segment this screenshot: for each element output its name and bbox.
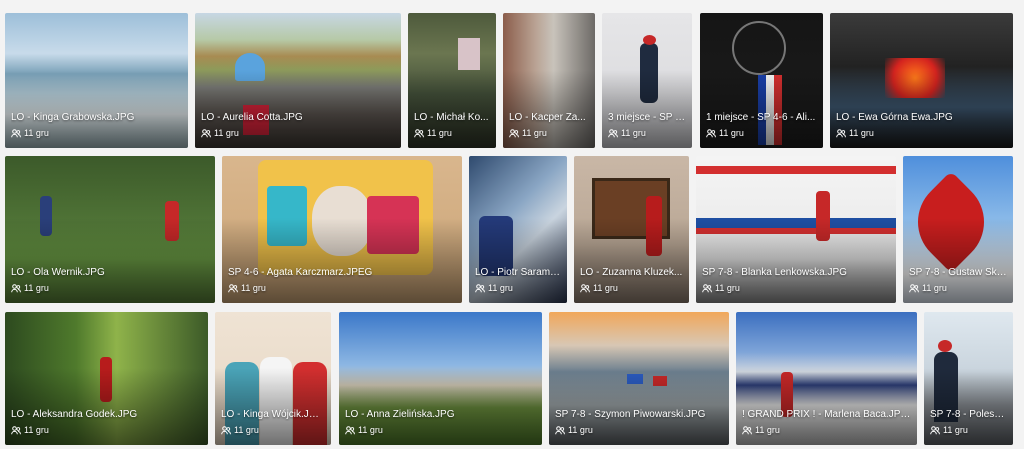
photo-date: 11 gru bbox=[522, 128, 547, 138]
photo-title: LO - Kinga Grabowska.JPG bbox=[11, 112, 135, 123]
photo-date: 11 gru bbox=[621, 128, 646, 138]
photo-title: 1 miejsce - SP 4-6 - Ali... bbox=[706, 112, 816, 123]
photo-date: 11 gru bbox=[358, 425, 383, 435]
photo-meta: 11 gru bbox=[414, 128, 452, 139]
photo-meta: 11 gru bbox=[345, 425, 383, 436]
photo-date: 11 gru bbox=[719, 128, 744, 138]
people-icon bbox=[580, 284, 590, 293]
photo-date: 11 gru bbox=[427, 128, 452, 138]
people-icon bbox=[475, 284, 485, 293]
photo-date: 11 gru bbox=[241, 283, 266, 293]
photo-date: 11 gru bbox=[943, 425, 968, 435]
gallery-tile[interactable]: SP 7-8 - Blanka Lenkowska.JPG 11 gru bbox=[696, 156, 896, 303]
photo-title: LO - Piotr Sarama... bbox=[475, 267, 561, 278]
people-icon bbox=[11, 426, 21, 435]
photo-meta: 11 gru bbox=[930, 425, 968, 436]
photo-meta: 11 gru bbox=[221, 425, 259, 436]
gallery-tile[interactable]: ! GRAND PRIX ! - Marlena Baca.JPEG 11 gr… bbox=[736, 312, 917, 445]
photo-meta: 11 gru bbox=[836, 128, 874, 139]
photo-meta: 11 gru bbox=[11, 128, 49, 139]
photo-meta: 11 gru bbox=[11, 425, 49, 436]
gallery-tile[interactable]: LO - Piotr Sarama... 11 gru bbox=[469, 156, 567, 303]
people-icon bbox=[555, 426, 565, 435]
photo-title: SP 7-8 - Polesz... bbox=[930, 409, 1007, 420]
photo-title: LO - Zuzanna Kluzek... bbox=[580, 267, 683, 278]
photo-meta: 11 gru bbox=[201, 128, 239, 139]
photo-date: 11 gru bbox=[24, 425, 49, 435]
gallery-tile[interactable]: LO - Michał Ko... 11 gru bbox=[408, 13, 496, 148]
photo-meta: 11 gru bbox=[509, 128, 547, 139]
photo-meta: 11 gru bbox=[11, 283, 49, 294]
photo-meta: 11 gru bbox=[706, 128, 744, 139]
people-icon bbox=[706, 129, 716, 138]
gallery-tile[interactable]: SP 4-6 - Agata Karczmarz.JPEG 11 gru bbox=[222, 156, 462, 303]
photo-title: SP 4-6 - Agata Karczmarz.JPEG bbox=[228, 267, 373, 278]
gallery-tile[interactable]: LO - Aleksandra Godek.JPG 11 gru bbox=[5, 312, 208, 445]
photo-title: SP 7-8 - Gustaw Ski... bbox=[909, 267, 1007, 278]
photo-date: 11 gru bbox=[849, 128, 874, 138]
photo-meta: 11 gru bbox=[555, 425, 593, 436]
photo-title: LO - Aurelia Cotta.JPG bbox=[201, 112, 303, 123]
photo-date: 11 gru bbox=[922, 283, 947, 293]
gallery-tile[interactable]: SP 7-8 - Polesz... 11 gru bbox=[924, 312, 1013, 445]
photo-meta: 11 gru bbox=[608, 128, 646, 139]
photo-title: ! GRAND PRIX ! - Marlena Baca.JPEG bbox=[742, 409, 911, 420]
gallery-tile[interactable]: SP 7-8 - Szymon Piwowarski.JPG 11 gru bbox=[549, 312, 729, 445]
people-icon bbox=[742, 426, 752, 435]
photo-date: 11 gru bbox=[24, 128, 49, 138]
people-icon bbox=[509, 129, 519, 138]
people-icon bbox=[228, 284, 238, 293]
photo-date: 11 gru bbox=[24, 283, 49, 293]
photo-date: 11 gru bbox=[568, 425, 593, 435]
photo-gallery: LO - Kinga Grabowska.JPG 11 gru LO - Aur… bbox=[0, 0, 1024, 449]
photo-title: LO - Ewa Górna Ewa.JPG bbox=[836, 112, 953, 123]
people-icon bbox=[345, 426, 355, 435]
people-icon bbox=[201, 129, 211, 138]
gallery-tile[interactable]: LO - Zuzanna Kluzek... 11 gru bbox=[574, 156, 689, 303]
photo-date: 11 gru bbox=[214, 128, 239, 138]
gallery-tile[interactable]: LO - Anna Zielińska.JPG 11 gru bbox=[339, 312, 542, 445]
photo-date: 11 gru bbox=[488, 283, 513, 293]
photo-date: 11 gru bbox=[234, 425, 259, 435]
photo-meta: 11 gru bbox=[228, 283, 266, 294]
photo-title: LO - Aleksandra Godek.JPG bbox=[11, 409, 138, 420]
gallery-tile[interactable]: LO - Kacper Za... 11 gru bbox=[503, 13, 595, 148]
people-icon bbox=[909, 284, 919, 293]
gallery-tile[interactable]: LO - Ola Wernik.JPG 11 gru bbox=[5, 156, 215, 303]
photo-title: SP 7-8 - Szymon Piwowarski.JPG bbox=[555, 409, 706, 420]
people-icon bbox=[414, 129, 424, 138]
photo-date: 11 gru bbox=[755, 425, 780, 435]
gallery-tile[interactable]: SP 7-8 - Gustaw Ski... 11 gru bbox=[903, 156, 1013, 303]
gallery-tile[interactable]: LO - Aurelia Cotta.JPG 11 gru bbox=[195, 13, 401, 148]
photo-title: LO - Ola Wernik.JPG bbox=[11, 267, 105, 278]
photo-title: 3 miejsce - SP 7... bbox=[608, 112, 686, 123]
photo-title: SP 7-8 - Blanka Lenkowska.JPG bbox=[702, 267, 847, 278]
gallery-tile[interactable]: LO - Kinga Wójcik.JPEG 11 gru bbox=[215, 312, 331, 445]
photo-title: LO - Kacper Za... bbox=[509, 112, 586, 123]
gallery-tile[interactable]: 3 miejsce - SP 7... 11 gru bbox=[602, 13, 692, 148]
photo-meta: 11 gru bbox=[580, 283, 618, 294]
photo-date: 11 gru bbox=[715, 283, 740, 293]
photo-title: LO - Kinga Wójcik.JPEG bbox=[221, 409, 325, 420]
photo-meta: 11 gru bbox=[475, 283, 513, 294]
gallery-tile[interactable]: 1 miejsce - SP 4-6 - Ali... 11 gru bbox=[700, 13, 823, 148]
people-icon bbox=[702, 284, 712, 293]
people-icon bbox=[221, 426, 231, 435]
photo-date: 11 gru bbox=[593, 283, 618, 293]
people-icon bbox=[836, 129, 846, 138]
gallery-tile[interactable]: LO - Ewa Górna Ewa.JPG 11 gru bbox=[830, 13, 1013, 148]
photo-meta: 11 gru bbox=[909, 283, 947, 294]
people-icon bbox=[11, 284, 21, 293]
people-icon bbox=[930, 426, 940, 435]
gallery-tile[interactable]: LO - Kinga Grabowska.JPG 11 gru bbox=[5, 13, 188, 148]
photo-meta: 11 gru bbox=[742, 425, 780, 436]
photo-meta: 11 gru bbox=[702, 283, 740, 294]
people-icon bbox=[608, 129, 618, 138]
photo-title: LO - Michał Ko... bbox=[414, 112, 489, 123]
photo-title: LO - Anna Zielińska.JPG bbox=[345, 409, 455, 420]
people-icon bbox=[11, 129, 21, 138]
